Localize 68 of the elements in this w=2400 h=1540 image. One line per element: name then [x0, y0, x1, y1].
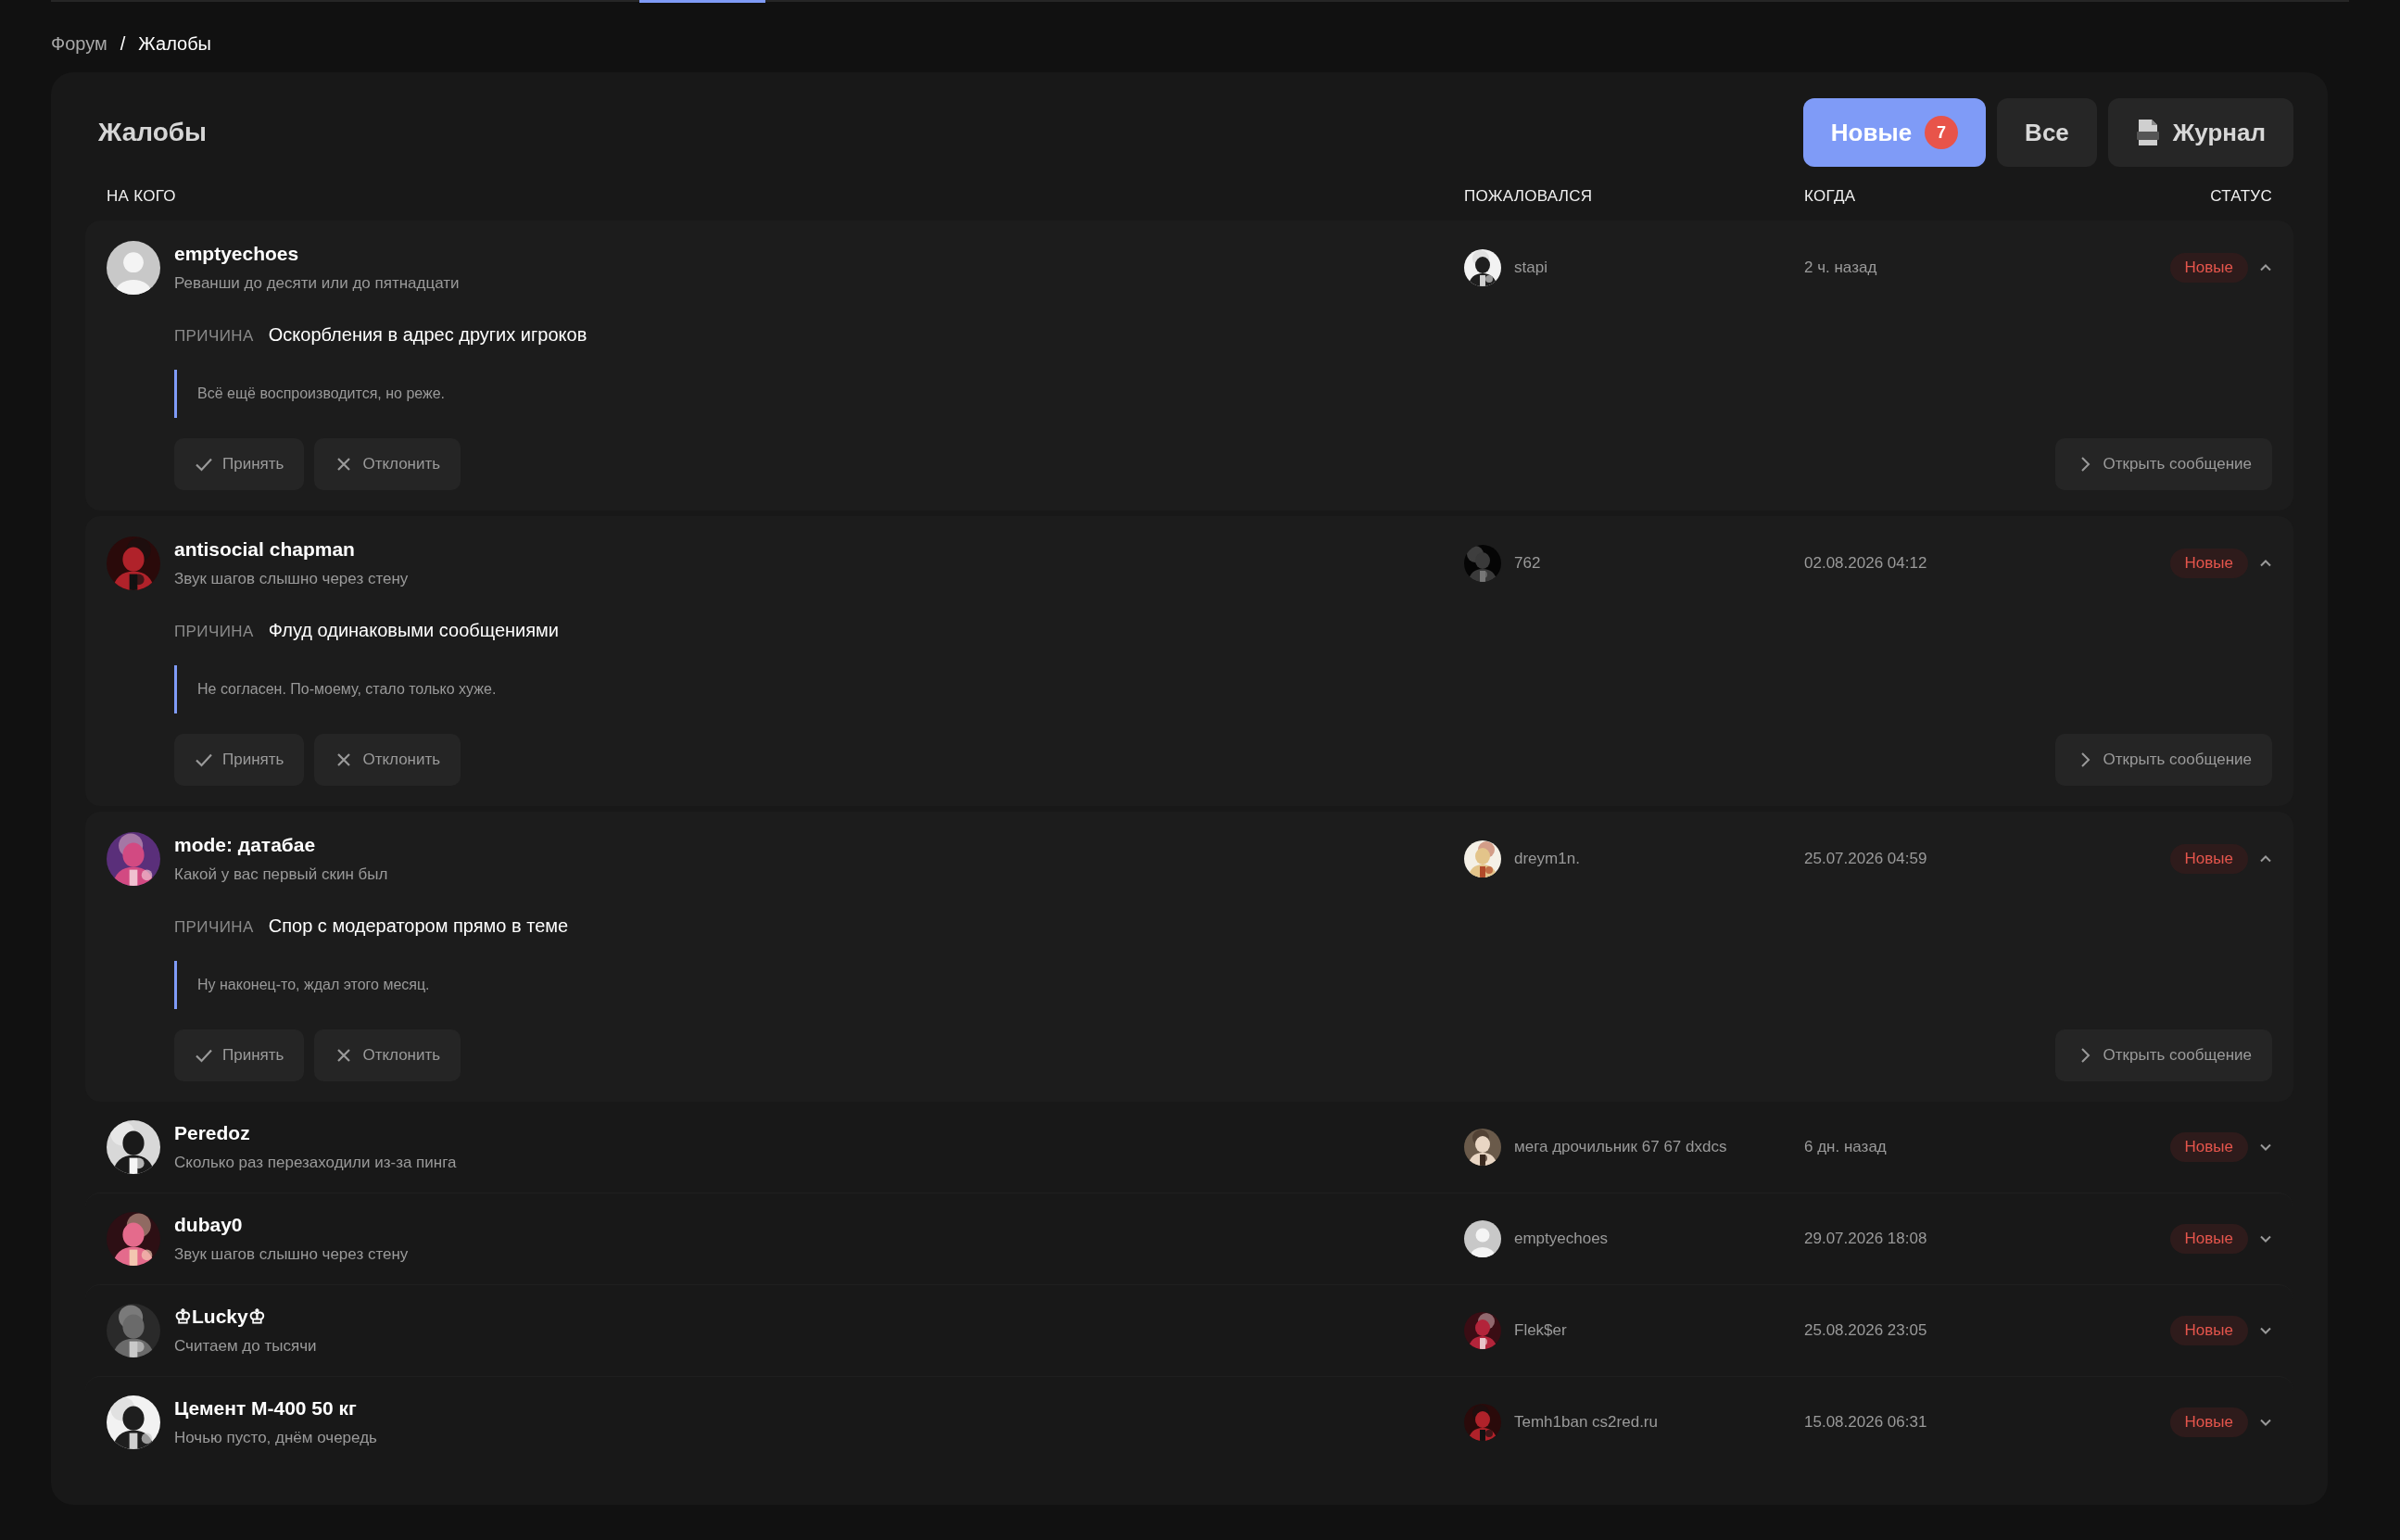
breadcrumb-link[interactable]: Жалобы [138, 32, 211, 55]
log-file-icon [2135, 119, 2160, 146]
page-title: Жалобы [97, 118, 207, 147]
open-message-button[interactable]: Открыть сообщение [2054, 438, 2272, 490]
reason-label: ПРИЧИНА [174, 623, 254, 641]
count-badge: 7 [1925, 116, 1959, 149]
report-time: 15.08.2026 06:31 [1804, 1413, 1928, 1432]
report-time: 02.08.2026 04:12 [1804, 554, 1928, 573]
topic-title: Сколько раз перезаходили из-за пинга [174, 1154, 457, 1172]
column-header: СТАТУС [2209, 187, 2272, 206]
quoted-message: Всё ещё воспроизводится, но реже. [174, 370, 2272, 418]
topic-title: Звук шагов слышно через стену [174, 1245, 409, 1264]
column-header: КОГДА [1804, 187, 1857, 206]
accept-button[interactable]: Принять [174, 1029, 305, 1081]
complainant-name[interactable]: dreym1n. [1514, 850, 1580, 868]
status-badge: Новые [2169, 844, 2248, 874]
complainant-name[interactable]: emptyechoes [1514, 1230, 1609, 1248]
breadcrumb-separator: / [120, 32, 126, 55]
report-time: 29.07.2026 18:08 [1804, 1230, 1928, 1248]
reject-button[interactable]: Отклонить [314, 734, 461, 786]
user-name[interactable]: Peredoz [174, 1122, 457, 1144]
reason-text: Флуд одинаковыми сообщениями [268, 620, 560, 641]
reject-button[interactable]: Отклонить [314, 438, 461, 490]
quoted-message: Не согласен. По-моему, стало только хуже. [174, 665, 2272, 713]
reject-button[interactable]: Отклонить [314, 1029, 461, 1081]
status-badge: Новые [2169, 1132, 2248, 1162]
column-header: ПОЖАЛОВАЛСЯ [1464, 187, 1594, 206]
user-name[interactable]: emptyechoes [174, 243, 460, 265]
complainant-name[interactable]: stapi [1514, 259, 1547, 277]
filter-tab[interactable]: Все [1997, 98, 2097, 167]
report-time: 25.07.2026 04:59 [1804, 850, 1928, 868]
complainant-name[interactable]: Temh1ban cs2red.ru [1514, 1413, 1658, 1432]
topic-title: Какой у вас первый скин был [174, 865, 388, 884]
complainant-name[interactable]: Flek$er [1514, 1321, 1567, 1340]
filter-tab[interactable]: Новые 7 [1802, 98, 1987, 167]
open-message-button[interactable]: Открыть сообщение [2054, 1029, 2272, 1081]
status-badge: Новые [2169, 1316, 2248, 1345]
column-header: НА КОГО [107, 187, 177, 206]
report-time: 6 дн. назад [1804, 1138, 1888, 1156]
user-name[interactable]: ♔Lucky♔ [174, 1306, 317, 1328]
status-badge: Новые [2169, 549, 2248, 578]
quoted-message: Ну наконец-то, ждал этого месяц. [174, 961, 2272, 1009]
user-name[interactable]: Цемент М-400 50 кг [174, 1397, 377, 1420]
reason-text: Оскорбления в адрес других игроков [268, 324, 587, 346]
breadcrumb-link[interactable]: Форум [51, 32, 107, 55]
log-button[interactable]: Журнал [2107, 98, 2293, 167]
report-time: 2 ч. назад [1804, 259, 1878, 277]
status-badge: Новые [2169, 253, 2248, 283]
complainant-name[interactable]: мега дрочильник 67 67 dxdcs [1514, 1138, 1727, 1156]
topic-title: Реванши до десяти или до пятнадцати [174, 274, 460, 293]
user-name[interactable]: antisocial chapman [174, 538, 409, 561]
user-name[interactable]: mode: датабае [174, 834, 388, 856]
status-badge: Новые [2169, 1407, 2248, 1437]
topic-title: Считаем до тысячи [174, 1337, 317, 1356]
default-avatar-icon [1464, 1220, 1501, 1257]
reason-label: ПРИЧИНА [174, 918, 254, 937]
topic-title: Звук шагов слышно через стену [174, 570, 409, 588]
reason-label: ПРИЧИНА [174, 327, 254, 346]
open-message-button[interactable]: Открыть сообщение [2054, 734, 2272, 786]
accept-button[interactable]: Принять [174, 438, 305, 490]
topic-title: Ночью пусто, днём очередь [174, 1429, 377, 1447]
user-name[interactable]: dubay0 [174, 1214, 409, 1236]
report-time: 25.08.2026 23:05 [1804, 1321, 1928, 1340]
status-badge: Новые [2169, 1224, 2248, 1254]
default-avatar-icon [107, 241, 160, 295]
accept-button[interactable]: Принять [174, 734, 305, 786]
reason-text: Спор с модератором прямо в теме [268, 915, 569, 937]
complainant-name[interactable]: 762 [1514, 554, 1541, 573]
